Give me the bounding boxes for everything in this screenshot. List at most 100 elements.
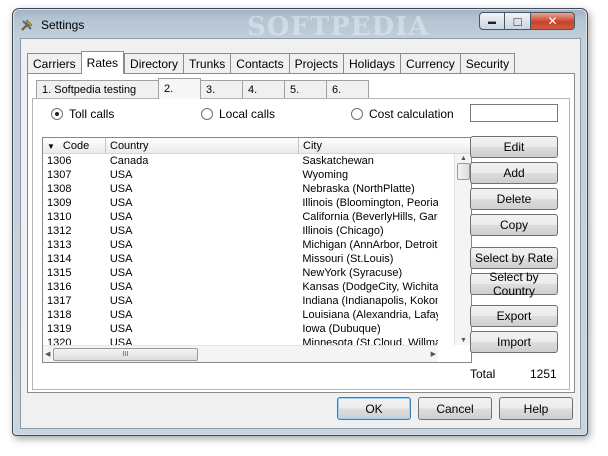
table-row[interactable]: 1312 USA Illinois (Chicago): [43, 224, 438, 238]
cell-country: USA: [109, 197, 133, 209]
close-icon: ✕: [547, 14, 558, 28]
table-row[interactable]: 1309 USA Illinois (Bloomington, Peoria): [43, 196, 438, 210]
tab-trunks[interactable]: Trunks: [183, 53, 231, 73]
cell-country: USA: [109, 211, 133, 223]
scroll-right-icon[interactable]: ▶: [431, 350, 436, 358]
tab-carriers[interactable]: Carriers: [27, 53, 81, 73]
cell-city: Wyoming: [302, 169, 349, 181]
close-button[interactable]: ✕: [531, 12, 575, 30]
table-row[interactable]: 1315 USA NewYork (Syracuse): [43, 266, 438, 280]
table-row[interactable]: 1320 USA Minnesota (St.Cloud, Willmar): [43, 336, 438, 345]
add-button[interactable]: Add: [470, 162, 558, 184]
cell-country: USA: [109, 281, 133, 293]
subtab-2[interactable]: 2.: [158, 78, 201, 99]
total-label: Total: [470, 367, 496, 381]
grip-icon: III: [122, 351, 129, 358]
tab-directory[interactable]: Directory: [124, 53, 184, 73]
tab-security[interactable]: Security: [459, 53, 516, 73]
cell-country: USA: [109, 267, 133, 279]
cell-city: Kansas (DodgeCity, Wichita): [302, 281, 438, 293]
cell-code: 1314: [47, 253, 72, 265]
cell-code: 1313: [47, 239, 72, 251]
ok-button[interactable]: OK: [337, 397, 411, 420]
cell-country: USA: [109, 169, 133, 181]
cancel-button[interactable]: Cancel: [418, 397, 492, 420]
tab-currency[interactable]: Currency: [400, 53, 460, 73]
total-value: 1251: [530, 367, 557, 381]
cell-country: USA: [109, 309, 133, 321]
tab-rates[interactable]: Rates: [80, 51, 125, 74]
tab-contacts[interactable]: Contacts: [230, 53, 289, 73]
table-row[interactable]: 1319 USA Iowa (Dubuque): [43, 322, 438, 336]
minimize-icon: ▬: [488, 16, 496, 26]
horizontal-scrollbar[interactable]: ◀ III ▶: [43, 345, 438, 362]
table-row[interactable]: 1313 USA Michigan (AnnArbor, Detroit): [43, 238, 438, 252]
cell-code: 1307: [47, 169, 72, 181]
search-input[interactable]: [470, 104, 558, 122]
radio-cost-calculation[interactable]: Cost calculation: [351, 107, 454, 121]
radio-local-calls[interactable]: Local calls: [201, 107, 275, 121]
column-header-city[interactable]: City: [299, 138, 454, 154]
subtab-1[interactable]: 1. Softpedia testing: [36, 80, 159, 98]
rates-grid[interactable]: ▼ Code Country City 1306 Canada Saskatchew…: [42, 137, 472, 363]
subtab-3[interactable]: 3.: [200, 80, 243, 98]
window-title: Settings: [41, 18, 85, 32]
scroll-up-icon[interactable]: ▲: [460, 155, 467, 162]
table-row[interactable]: 1306 Canada Saskatchewan: [43, 154, 438, 168]
delete-button[interactable]: Delete: [470, 188, 558, 210]
edit-button[interactable]: Edit: [470, 136, 558, 158]
help-button[interactable]: Help: [499, 397, 573, 420]
minimize-button[interactable]: ▬: [479, 12, 505, 30]
table-row[interactable]: 1308 USA Nebraska (NorthPlatte): [43, 182, 438, 196]
grid-body: 1306 Canada Saskatchewan 1307 USA Wyoming 1308…: [43, 154, 438, 345]
scroll-left-icon[interactable]: ◀: [45, 350, 50, 358]
tab-projects[interactable]: Projects: [288, 53, 343, 73]
cell-city: Iowa (Dubuque): [302, 323, 381, 335]
table-row[interactable]: 1314 USA Missouri (St.Louis): [43, 252, 438, 266]
cell-country: USA: [109, 323, 133, 335]
cell-code: 1312: [47, 225, 72, 237]
cell-code: 1310: [47, 211, 72, 223]
maximize-button[interactable]: □: [505, 12, 531, 30]
vertical-scroll-thumb[interactable]: [457, 163, 470, 180]
select-by-country-button[interactable]: Select by Country: [470, 270, 558, 298]
scroll-down-icon[interactable]: ▼: [460, 337, 467, 344]
tab-holidays[interactable]: Holidays: [343, 53, 401, 73]
radio-button: [51, 108, 63, 120]
title-bar[interactable]: Settings SOFTPEDIA ▬ □ ✕: [13, 9, 587, 42]
cell-code: 1316: [47, 281, 72, 293]
copy-button[interactable]: Copy: [470, 214, 558, 236]
sort-desc-icon: ▼: [47, 141, 55, 151]
radio-toll-calls[interactable]: Toll calls: [51, 107, 114, 121]
subtab-4[interactable]: 4.: [242, 80, 285, 98]
select-by-rate-button[interactable]: Select by Rate: [470, 247, 558, 269]
cell-city: California (BeverlyHills, Gardena): [302, 211, 438, 223]
cell-code: 1306: [47, 155, 72, 167]
cell-city: NewYork (Syracuse): [302, 267, 403, 279]
table-row[interactable]: 1307 USA Wyoming: [43, 168, 438, 182]
rate-table-tab-strip: 1. Softpedia testing 2. 3. 4. 5. 6.: [36, 78, 369, 99]
cell-code: 1320: [47, 337, 72, 345]
cell-code: 1317: [47, 295, 72, 307]
horizontal-scroll-thumb[interactable]: III: [53, 348, 198, 361]
table-row[interactable]: 1318 USA Louisiana (Alexandria, Lafayette): [43, 308, 438, 322]
cell-city: Missouri (St.Louis): [302, 253, 394, 265]
cell-country: USA: [109, 295, 133, 307]
cell-city: Nebraska (NorthPlatte): [302, 183, 415, 195]
cell-code: 1319: [47, 323, 72, 335]
table-row[interactable]: 1310 USA California (BeverlyHills, Gardena…: [43, 210, 438, 224]
export-button[interactable]: Export: [470, 305, 558, 327]
cell-country: USA: [109, 337, 133, 345]
radio-button: [201, 108, 213, 120]
table-row[interactable]: 1317 USA Indiana (Indianapolis, Kokomo): [43, 294, 438, 308]
cell-country: Canada: [109, 155, 149, 167]
column-header-country[interactable]: Country: [106, 138, 299, 154]
vertical-scrollbar[interactable]: ▲ ▼: [454, 154, 471, 345]
import-button[interactable]: Import: [470, 331, 558, 353]
subtab-5[interactable]: 5.: [284, 80, 327, 98]
cell-city: Louisiana (Alexandria, Lafayette): [302, 309, 438, 321]
table-row[interactable]: 1316 USA Kansas (DodgeCity, Wichita): [43, 280, 438, 294]
column-header-code[interactable]: ▼ Code: [43, 138, 106, 154]
cell-country: USA: [109, 239, 133, 251]
subtab-6[interactable]: 6.: [326, 80, 369, 98]
